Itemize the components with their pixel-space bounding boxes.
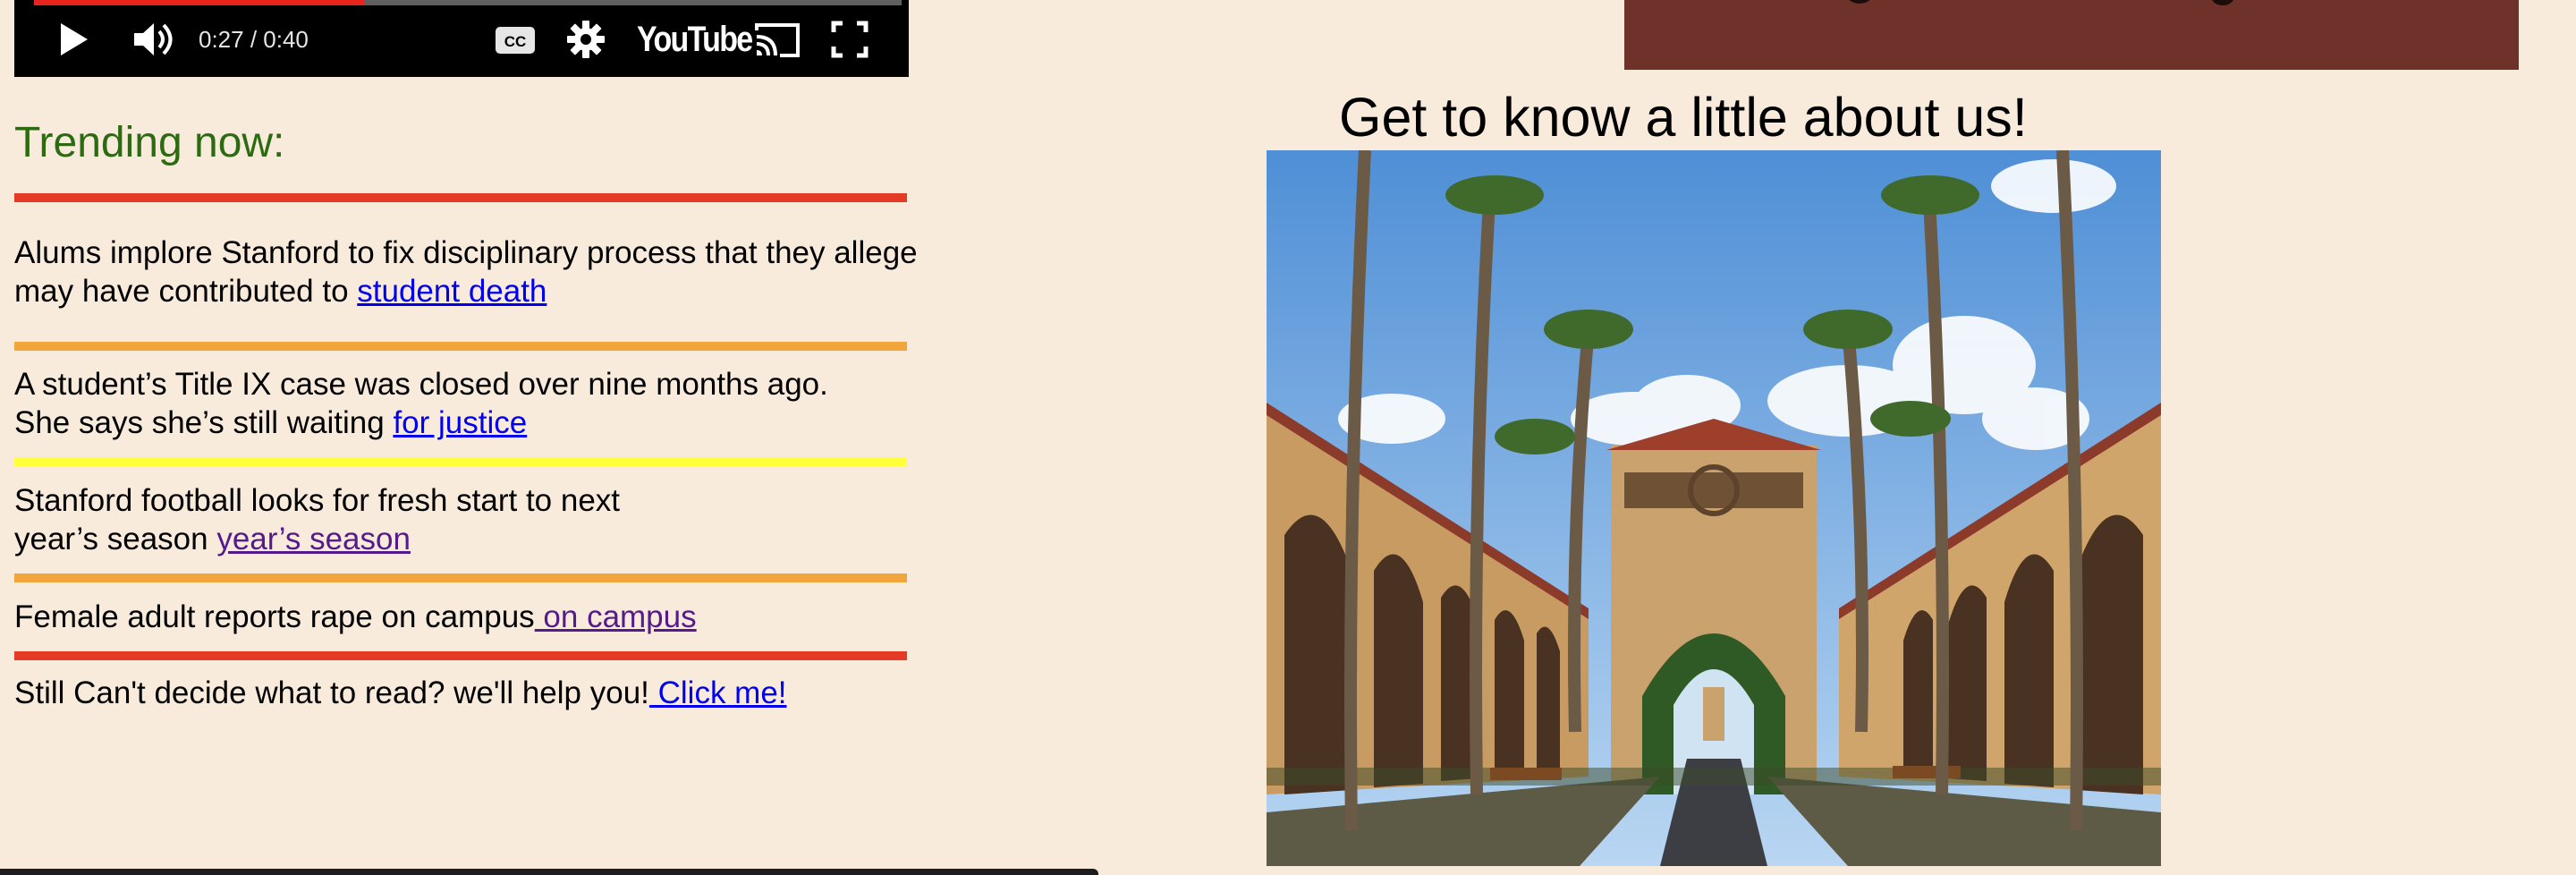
trending-heading: Trending now: <box>14 119 285 166</box>
captions-button[interactable]: CC <box>494 14 537 64</box>
news-link-for-justice[interactable]: for justice <box>393 405 527 440</box>
bottom-scroll-bar <box>0 869 1098 875</box>
news-link-on-campus[interactable]: on campus <box>535 599 696 634</box>
cast-icon <box>755 23 800 57</box>
cast-button[interactable] <box>753 14 801 64</box>
captions-icon: CC <box>496 27 535 54</box>
divider-red <box>14 193 907 202</box>
news-link-student-death[interactable]: student death <box>357 274 547 309</box>
recommendation-prompt: Still Can't decide what to read? we'll h… <box>14 675 787 710</box>
news-item-2: A student’s Title IX case was closed ove… <box>14 367 828 440</box>
volume-button[interactable] <box>131 14 181 64</box>
news-item-3: Stanford football looks for fresh start … <box>14 483 621 556</box>
fullscreen-icon <box>831 21 869 58</box>
stanford-quad-illustration <box>1267 150 2161 866</box>
youtube-logo-link[interactable]: YouTube <box>637 14 753 64</box>
banner-decoration <box>1846 0 1873 4</box>
fullscreen-button[interactable] <box>830 14 869 64</box>
campus-photo <box>1267 150 2161 866</box>
play-icon <box>61 23 88 55</box>
banner-decoration <box>2211 0 2234 5</box>
progress-played <box>34 0 364 5</box>
news-item-1: Alums implore Stanford to fix disciplina… <box>14 235 918 309</box>
divider-red <box>14 651 907 660</box>
divider-orange <box>14 573 907 582</box>
about-title: Get to know a little about us! <box>1339 87 2028 148</box>
video-player[interactable]: 0:27 / 0:40 CC YouTube <box>14 0 909 77</box>
progress-bar[interactable] <box>34 0 902 5</box>
time-display: 0:27 / 0:40 <box>199 25 309 53</box>
gear-icon <box>567 21 605 58</box>
svg-text:CC: CC <box>504 33 527 50</box>
header-banner <box>1624 0 2519 70</box>
divider-orange <box>14 342 907 351</box>
news-item-4: Female adult reports rape on campus on c… <box>14 599 697 634</box>
volume-icon <box>134 23 173 55</box>
play-button[interactable] <box>55 14 91 64</box>
divider-yellow <box>14 457 907 466</box>
news-link-years-season[interactable]: year’s season <box>216 522 411 556</box>
settings-button[interactable] <box>565 14 606 64</box>
click-me-link[interactable]: Click me! <box>649 675 787 710</box>
